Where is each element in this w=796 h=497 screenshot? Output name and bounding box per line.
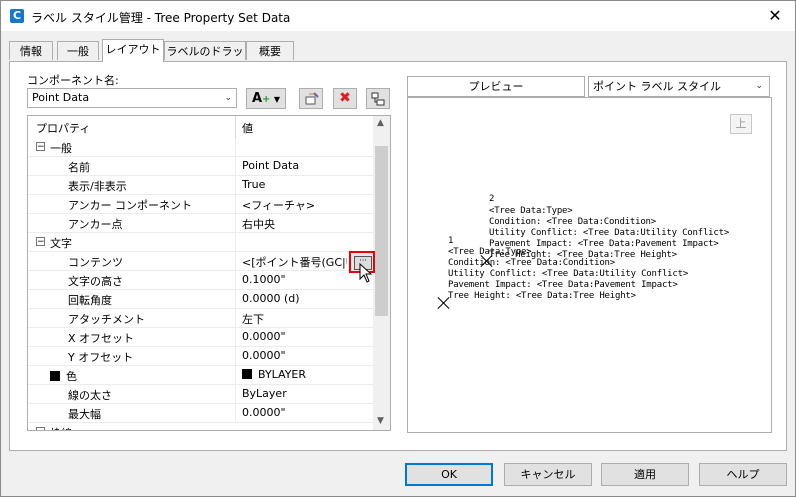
mouse-cursor-icon xyxy=(359,263,373,283)
property-grid: プロパティ 値 − 一般 名前 Point Data 表示/非表示 True ア… xyxy=(27,115,391,431)
delete-component-button[interactable]: ✖ xyxy=(333,88,357,109)
chevron-down-icon: ▼ xyxy=(273,95,281,104)
tab-info[interactable]: 情報 xyxy=(9,41,53,60)
add-component-button[interactable]: A+ ▼ xyxy=(246,88,286,109)
component-name-select[interactable]: Point Data ⌄ xyxy=(27,88,237,108)
property-row-anchor-point[interactable]: アンカー点 右中央 xyxy=(28,214,373,233)
chevron-down-icon: ⌄ xyxy=(224,93,232,103)
property-row-name[interactable]: 名前 Point Data xyxy=(28,157,373,176)
grid-scrollbar[interactable]: ▲ ▼ xyxy=(373,116,390,430)
dialog-window: C ラベル スタイル管理 - Tree Property Set Data ✕ … xyxy=(0,0,796,497)
preview-up-button[interactable]: 上 xyxy=(730,114,752,134)
property-row-color[interactable]: 色 BYLAYER xyxy=(28,366,373,385)
preview-canvas: 上 2 <Tree Data:Type> Condition: <Tree Da… xyxy=(407,97,772,433)
preview-style-value: ポイント ラベル スタイル xyxy=(593,80,721,93)
title-bar: C ラベル スタイル管理 - Tree Property Set Data ✕ xyxy=(1,1,795,31)
delete-icon: ✖ xyxy=(339,90,351,106)
color-swatch-icon xyxy=(242,369,252,379)
property-row-x-offset[interactable]: X オフセット 0.0000" xyxy=(28,328,373,347)
ok-button[interactable]: OK xyxy=(405,463,493,486)
property-row-text-height[interactable]: 文字の高さ 0.1000" xyxy=(28,271,373,290)
property-row-lineweight[interactable]: 線の太さ ByLayer xyxy=(28,385,373,404)
value-column-header: 値 xyxy=(242,122,253,135)
property-row-y-offset[interactable]: Y オフセット 0.0000" xyxy=(28,347,373,366)
scroll-down-icon[interactable]: ▼ xyxy=(377,416,384,426)
chevron-down-icon: ⌄ xyxy=(755,81,763,91)
property-row-contents[interactable]: コンテンツ <[ポイント番号(GC|UN xyxy=(28,252,373,271)
text-add-icon: A+ xyxy=(251,91,271,106)
tab-summary[interactable]: 概要 xyxy=(246,41,294,60)
property-row-max-width[interactable]: 最大幅 0.0000" xyxy=(28,404,373,423)
label-a-line: 2 xyxy=(489,194,495,204)
color-swatch-icon xyxy=(50,371,60,381)
property-row-rotation[interactable]: 回転角度 0.0000 (d) xyxy=(28,290,373,309)
point-marker-icon xyxy=(438,297,450,309)
category-text[interactable]: − 文字 xyxy=(28,233,373,252)
collapse-icon[interactable]: − xyxy=(36,237,45,247)
draw-order-icon xyxy=(371,92,385,106)
cancel-button[interactable]: キャンセル xyxy=(504,463,592,486)
label-b-line: Utility Conflict: <Tree Data:Utility Con… xyxy=(448,269,689,279)
tab-layout[interactable]: レイアウト xyxy=(102,39,164,62)
property-row-attachment[interactable]: アタッチメント 左下 xyxy=(28,309,373,328)
label-b-line: 1 xyxy=(448,236,454,246)
preview-header: プレビュー xyxy=(407,76,585,97)
copy-component-button[interactable] xyxy=(299,88,323,109)
copy-component-icon xyxy=(305,92,319,105)
preview-style-select[interactable]: ポイント ラベル スタイル ⌄ xyxy=(588,76,770,97)
scroll-thumb[interactable] xyxy=(375,146,388,316)
label-a-line: Utility Conflict: <Tree Data:Utility Con… xyxy=(489,228,730,238)
help-button[interactable]: ヘルプ xyxy=(699,463,787,486)
tab-dragged-state[interactable]: ラベルのドラッグ xyxy=(164,41,246,77)
label-b-line: Pavement Impact: <Tree Data:Pavement Imp… xyxy=(448,280,678,290)
component-name-label: コンポーネント名: xyxy=(27,74,119,87)
close-icon[interactable]: ✕ xyxy=(765,6,785,25)
window-title: ラベル スタイル管理 - Tree Property Set Data xyxy=(31,11,291,25)
property-row-visibility[interactable]: 表示/非表示 True xyxy=(28,176,373,195)
collapse-icon[interactable]: − xyxy=(36,142,45,152)
property-row-anchor-component[interactable]: アンカー コンポーネント <フィーチャ> xyxy=(28,195,373,214)
grid-header: プロパティ 値 xyxy=(28,116,373,139)
app-icon: C xyxy=(10,9,24,23)
point-marker-icon xyxy=(481,255,493,267)
label-b-line: Tree Height: <Tree Data:Tree Height> xyxy=(448,291,636,301)
component-name-value: Point Data xyxy=(32,91,90,104)
draw-order-button[interactable] xyxy=(366,88,390,109)
category-border[interactable]: − 枠線 xyxy=(28,423,373,430)
apply-button[interactable]: 適用 xyxy=(601,463,689,486)
property-column-header: プロパティ xyxy=(36,122,91,135)
label-a-line: <Tree Data:Type> xyxy=(489,206,573,216)
category-general[interactable]: − 一般 xyxy=(28,138,373,157)
label-a-line: Condition: <Tree Data:Condition> xyxy=(489,217,656,227)
scroll-up-icon[interactable]: ▲ xyxy=(377,118,384,128)
label-b-line: Condition: <Tree Data:Condition> xyxy=(448,258,615,268)
tab-general[interactable]: 一般 xyxy=(57,41,99,60)
collapse-icon[interactable]: − xyxy=(36,427,45,430)
